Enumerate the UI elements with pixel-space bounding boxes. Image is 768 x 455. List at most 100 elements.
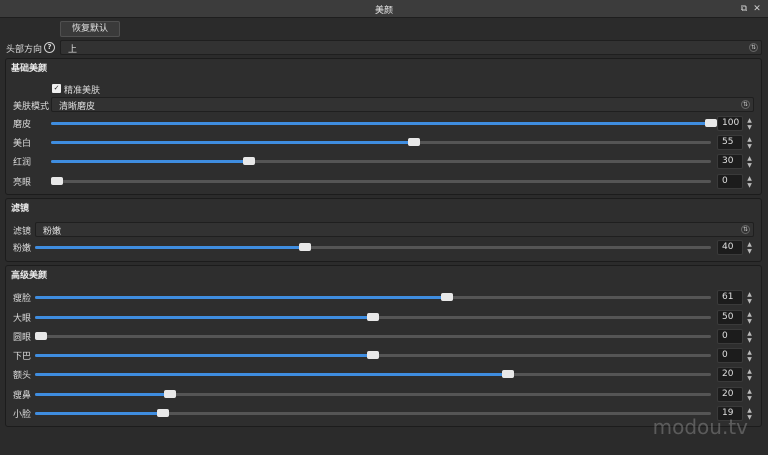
slider-label: 大眼 (13, 314, 32, 324)
slider-handle[interactable] (367, 351, 379, 359)
spinbox-value: 0 (722, 350, 728, 360)
slider-fill (51, 122, 711, 125)
slider-handle[interactable] (408, 138, 420, 146)
slider-fill (35, 354, 373, 357)
spin-arrows-icon[interactable]: ▲ ▼ (744, 155, 755, 170)
slider-label: 亮眼 (13, 178, 32, 188)
spin-arrows-icon[interactable]: ▲ ▼ (744, 368, 755, 383)
spinbox-value: 55 (722, 137, 734, 147)
slider-label: 红润 (13, 158, 32, 168)
slider-track[interactable] (35, 313, 711, 321)
skin-mode-select[interactable]: 清晰磨皮 ⇅ (51, 97, 754, 112)
slider-label: 下巴 (13, 352, 32, 362)
slider-track[interactable] (35, 243, 711, 251)
slider-handle[interactable] (51, 177, 63, 185)
slider-handle[interactable] (367, 313, 379, 321)
slider-handle[interactable] (35, 332, 47, 340)
skin-mode-label: 美肤模式 (13, 102, 50, 112)
slider-track[interactable] (51, 177, 711, 185)
slider-handle[interactable] (705, 119, 717, 127)
skin-mode-value: 清晰磨皮 (59, 102, 96, 112)
slider-label: 美白 (13, 139, 32, 149)
basic-beauty-title: 基础美颜 (11, 64, 48, 74)
slider-label: 圆眼 (13, 333, 32, 343)
slider-fill (51, 160, 249, 163)
watermark: modou.tv (652, 415, 748, 439)
title-bar: 美颜 ⧉ ✕ (0, 0, 768, 18)
spin-arrows-icon[interactable]: ▲ ▼ (744, 136, 755, 151)
spinbox-value: 50 (722, 312, 734, 322)
spinbox-value: 20 (722, 369, 734, 379)
slider-fill (35, 373, 509, 376)
spin-arrows-icon[interactable]: ▲ ▼ (744, 311, 755, 326)
slider-label: 粉嫩 (13, 244, 32, 254)
value-spinbox[interactable]: 0 ▲ ▼ (717, 329, 752, 344)
help-icon[interactable]: ? (44, 42, 55, 53)
precise-skin-checkbox[interactable]: ✓ (52, 84, 61, 93)
filter-select[interactable]: 粉嫩 ⇅ (35, 222, 754, 237)
spinbox-value: 0 (722, 176, 728, 186)
slider-fill (51, 141, 414, 144)
value-spinbox[interactable]: 0 ▲ ▼ (717, 348, 752, 363)
select-arrows-icon: ⇅ (741, 225, 750, 234)
slider-handle[interactable] (243, 157, 255, 165)
slider-track[interactable] (35, 332, 711, 340)
float-icon[interactable]: ⧉ (739, 4, 749, 14)
value-spinbox[interactable]: 20 ▲ ▼ (717, 387, 752, 402)
select-arrows-icon: ⇅ (749, 43, 758, 52)
spin-arrows-icon[interactable]: ▲ ▼ (744, 117, 755, 132)
slider-label: 瘦鼻 (13, 391, 32, 401)
slider-fill (35, 393, 171, 396)
slider-fill (35, 246, 306, 249)
value-spinbox[interactable]: 61 ▲ ▼ (717, 290, 752, 305)
head-direction-label: 头部方向 (6, 45, 43, 55)
filter-select-label: 滤镜 (13, 227, 32, 237)
value-spinbox[interactable]: 30 ▲ ▼ (717, 154, 752, 169)
slider-track[interactable] (51, 157, 711, 165)
value-spinbox[interactable]: 55 ▲ ▼ (717, 135, 752, 150)
filter-select-value: 粉嫩 (43, 227, 62, 237)
reset-default-button[interactable]: 恢复默认 (60, 21, 120, 37)
spinbox-value: 40 (722, 242, 734, 252)
head-direction-value: 上 (68, 45, 78, 55)
slider-handle[interactable] (441, 293, 454, 301)
precise-skin-label: 精准美肤 (64, 86, 101, 96)
advanced-beauty-title: 高级美颜 (11, 271, 48, 281)
slider-fill (35, 316, 373, 319)
spin-arrows-icon[interactable]: ▲ ▼ (744, 241, 755, 256)
close-icon[interactable]: ✕ (752, 4, 762, 14)
value-spinbox[interactable]: 0 ▲ ▼ (717, 174, 752, 189)
spin-arrows-icon[interactable]: ▲ ▼ (744, 330, 755, 345)
slider-track[interactable] (35, 390, 711, 398)
value-spinbox[interactable]: 50 ▲ ▼ (717, 310, 752, 325)
spin-arrows-icon[interactable]: ▲ ▼ (744, 349, 755, 364)
slider-handle[interactable] (502, 370, 515, 378)
slider-track[interactable] (35, 351, 711, 359)
basic-beauty-group (5, 58, 762, 195)
slider-handle[interactable] (164, 390, 177, 398)
slider-label: 磨皮 (13, 120, 32, 130)
value-spinbox[interactable]: 40 ▲ ▼ (717, 240, 752, 255)
value-spinbox[interactable]: 100 ▲ ▼ (717, 116, 752, 131)
slider-track[interactable] (51, 119, 717, 127)
slider-handle[interactable] (299, 243, 312, 251)
spin-arrows-icon[interactable]: ▲ ▼ (744, 291, 755, 306)
slider-fill (35, 296, 448, 299)
slider-track[interactable] (35, 293, 711, 301)
select-arrows-icon: ⇅ (741, 100, 750, 109)
slider-label: 小脸 (13, 410, 32, 420)
slider-track[interactable] (35, 370, 711, 378)
filter-title: 滤镜 (11, 204, 30, 214)
spin-arrows-icon[interactable]: ▲ ▼ (744, 388, 755, 403)
slider-label: 瘦脸 (13, 294, 32, 304)
advanced-beauty-group (5, 265, 762, 427)
value-spinbox[interactable]: 20 ▲ ▼ (717, 367, 752, 382)
slider-track[interactable] (35, 409, 711, 417)
spinbox-value: 61 (722, 292, 734, 302)
head-direction-select[interactable]: 上 ⇅ (60, 40, 762, 55)
slider-track[interactable] (51, 138, 711, 146)
slider-handle[interactable] (157, 409, 170, 417)
window-title: 美颜 (374, 6, 393, 16)
spinbox-value: 20 (722, 389, 734, 399)
spin-arrows-icon[interactable]: ▲ ▼ (744, 175, 755, 190)
